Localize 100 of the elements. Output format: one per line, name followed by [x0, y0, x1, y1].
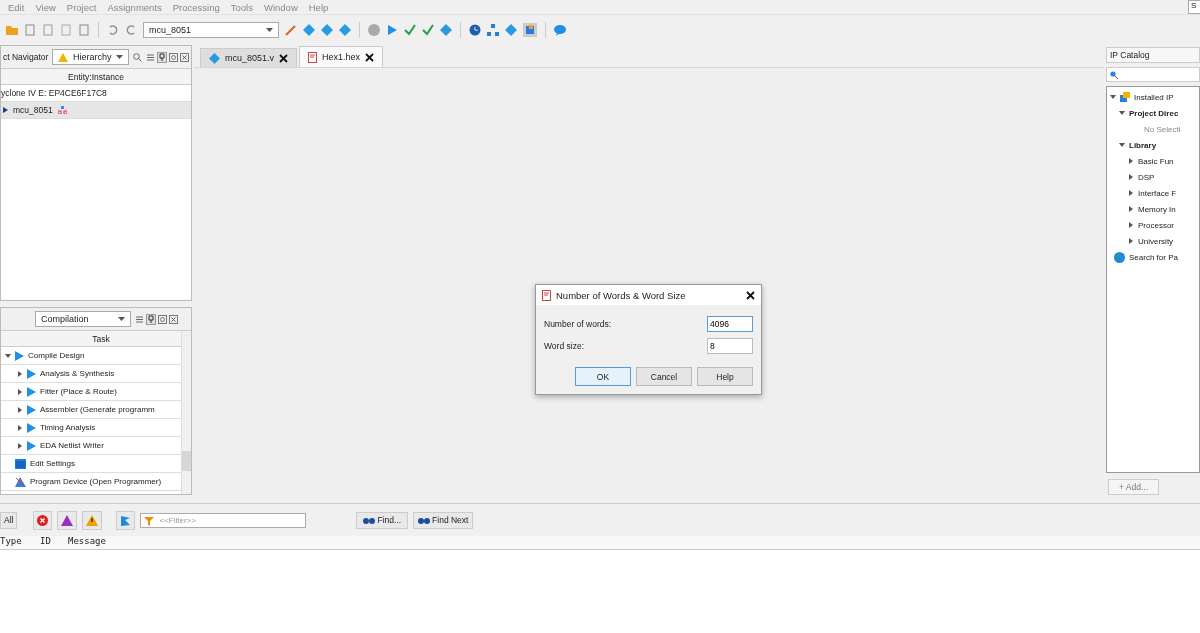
task-label[interactable]: Program Device (Open Programmer): [30, 477, 162, 486]
window-icon: [15, 458, 26, 469]
ip-tree-item[interactable]: University: [1138, 236, 1174, 246]
detach-icon[interactable]: [169, 52, 178, 62]
close-icon[interactable]: [169, 314, 178, 324]
input-field[interactable]: 4096: [707, 316, 753, 332]
collapsed-arrow-icon[interactable]: [1128, 238, 1134, 244]
warning-triangle-icon: [58, 52, 69, 62]
dialog-button[interactable]: OK: [575, 367, 631, 386]
document-icon: [308, 51, 318, 63]
dialog-title: Number of Words & Word Size: [556, 289, 687, 301]
collapsed-arrow-icon[interactable]: [17, 442, 23, 449]
column-header[interactable]: Task: [92, 333, 110, 344]
speech-bubble-icon[interactable]: [554, 24, 566, 36]
diamond-icon[interactable]: [321, 24, 333, 36]
pencil-icon[interactable]: [285, 24, 297, 36]
undo-icon[interactable]: [107, 24, 119, 36]
collapsed-arrow-icon[interactable]: [1128, 190, 1134, 196]
clock-icon[interactable]: [469, 24, 481, 36]
collapsed-arrow-icon[interactable]: [1128, 206, 1134, 212]
project-dropdown[interactable]: mcu_8051: [143, 22, 279, 38]
entity-label: yclone IV E: EP4CE6F17C8: [1, 88, 107, 98]
ip-tree-item[interactable]: Project Direc: [1129, 108, 1179, 118]
tree-row[interactable]: mcu_8051: [1, 102, 191, 119]
file-tab[interactable]: mcu_8051.v: [200, 48, 298, 67]
play-icon: [27, 386, 36, 397]
collapsed-arrow-icon[interactable]: [17, 406, 23, 413]
collapsed-arrow-icon[interactable]: [1128, 174, 1134, 180]
add-button[interactable]: + Add...: [1108, 479, 1160, 495]
diamond-icon[interactable]: [505, 24, 517, 36]
dropdown-arrow-icon: [116, 55, 123, 59]
task-label[interactable]: Fitter (Place & Route): [40, 387, 117, 396]
ip-tree-item[interactable]: Installed IP: [1134, 92, 1174, 102]
column-header[interactable]: Entity:Instance: [1, 69, 191, 85]
input-field[interactable]: 8: [707, 338, 753, 354]
dropdown-arrow-icon: [118, 317, 125, 321]
close-icon[interactable]: [365, 52, 375, 62]
search-field[interactable]: S: [1188, 0, 1200, 14]
ip-tree-item[interactable]: Basic Fun: [1138, 156, 1174, 166]
task-label[interactable]: Analysis & Synthesis: [40, 369, 115, 378]
ip-tree-item[interactable]: Interface F: [1138, 188, 1177, 198]
collapsed-arrow-icon[interactable]: [17, 370, 23, 377]
close-icon[interactable]: [746, 290, 755, 300]
play-icon[interactable]: [386, 24, 398, 36]
ip-tree-item[interactable]: No Selecti: [1144, 124, 1181, 134]
search-icon[interactable]: [133, 52, 142, 62]
warning-triangle-icon: [86, 514, 99, 526]
redo-icon[interactable]: [125, 24, 137, 36]
check-icon[interactable]: [404, 24, 416, 36]
dialog-button[interactable]: Help: [697, 367, 753, 386]
task-label[interactable]: Edit Settings: [30, 459, 75, 468]
filter-field[interactable]: <<Filter>>: [140, 512, 307, 528]
close-icon[interactable]: [180, 52, 189, 62]
vertical-scrollbar[interactable]: [181, 331, 191, 494]
collapsed-arrow-icon[interactable]: [17, 388, 23, 395]
task-label[interactable]: Assembler (Generate programm: [40, 405, 155, 414]
dialog-button[interactable]: Cancel: [636, 367, 692, 386]
list-icon[interactable]: [146, 52, 155, 62]
collapsed-arrow-icon[interactable]: [17, 424, 23, 431]
panel-title: IP Catalog: [1106, 47, 1200, 63]
diamond-icon[interactable]: [440, 24, 452, 36]
list-icon[interactable]: [135, 314, 144, 324]
critical-warning-filter-button[interactable]: [57, 510, 78, 530]
close-icon[interactable]: [279, 53, 289, 63]
ip-tree-item[interactable]: Library: [1129, 140, 1157, 150]
check-icon[interactable]: [422, 24, 434, 36]
pin-icon[interactable]: [157, 51, 167, 63]
expanded-arrow-icon[interactable]: [1119, 110, 1125, 116]
globe-icon: [1114, 251, 1125, 263]
expanded-arrow-icon[interactable]: [1119, 142, 1125, 148]
detach-icon[interactable]: [158, 314, 167, 324]
error-filter-button[interactable]: [33, 510, 53, 530]
collapsed-arrow-icon[interactable]: [1128, 158, 1134, 164]
expanded-arrow-icon[interactable]: [5, 352, 11, 359]
diamond-icon[interactable]: [339, 24, 351, 36]
ip-tree-item[interactable]: Processor: [1138, 220, 1174, 230]
play-icon: [27, 368, 36, 379]
collapsed-arrow-icon[interactable]: [1128, 222, 1134, 228]
task-label[interactable]: EDA Netlist Writer: [40, 441, 104, 450]
file-tab[interactable]: Hex1.hex: [299, 46, 384, 67]
task-label[interactable]: Compile Design: [28, 351, 85, 360]
all-button[interactable]: All: [0, 511, 18, 529]
find-button[interactable]: Find...: [356, 511, 409, 529]
column-header[interactable]: Message: [66, 536, 148, 549]
binoculars-icon: [418, 516, 431, 524]
view-dropdown[interactable]: Compilation: [35, 311, 131, 327]
ip-tree-item[interactable]: Search for Pa: [1129, 252, 1178, 262]
expanded-arrow-icon[interactable]: [1110, 94, 1116, 100]
ip-tree-item[interactable]: DSP: [1138, 172, 1155, 182]
column-header[interactable]: ID: [38, 536, 66, 549]
pin-icon[interactable]: [146, 313, 156, 325]
ip-tree-item[interactable]: Memory In: [1138, 204, 1176, 214]
task-label[interactable]: Timing Analysis: [40, 423, 96, 432]
network-icon[interactable]: [487, 24, 499, 36]
view-dropdown[interactable]: Hierarchy: [52, 49, 129, 65]
diamond-icon[interactable]: [303, 24, 315, 36]
find-next-button[interactable]: Find Next: [413, 511, 474, 529]
column-header[interactable]: Type: [0, 536, 38, 549]
flag-filter-button[interactable]: [116, 510, 136, 530]
search-field[interactable]: [1106, 67, 1200, 82]
